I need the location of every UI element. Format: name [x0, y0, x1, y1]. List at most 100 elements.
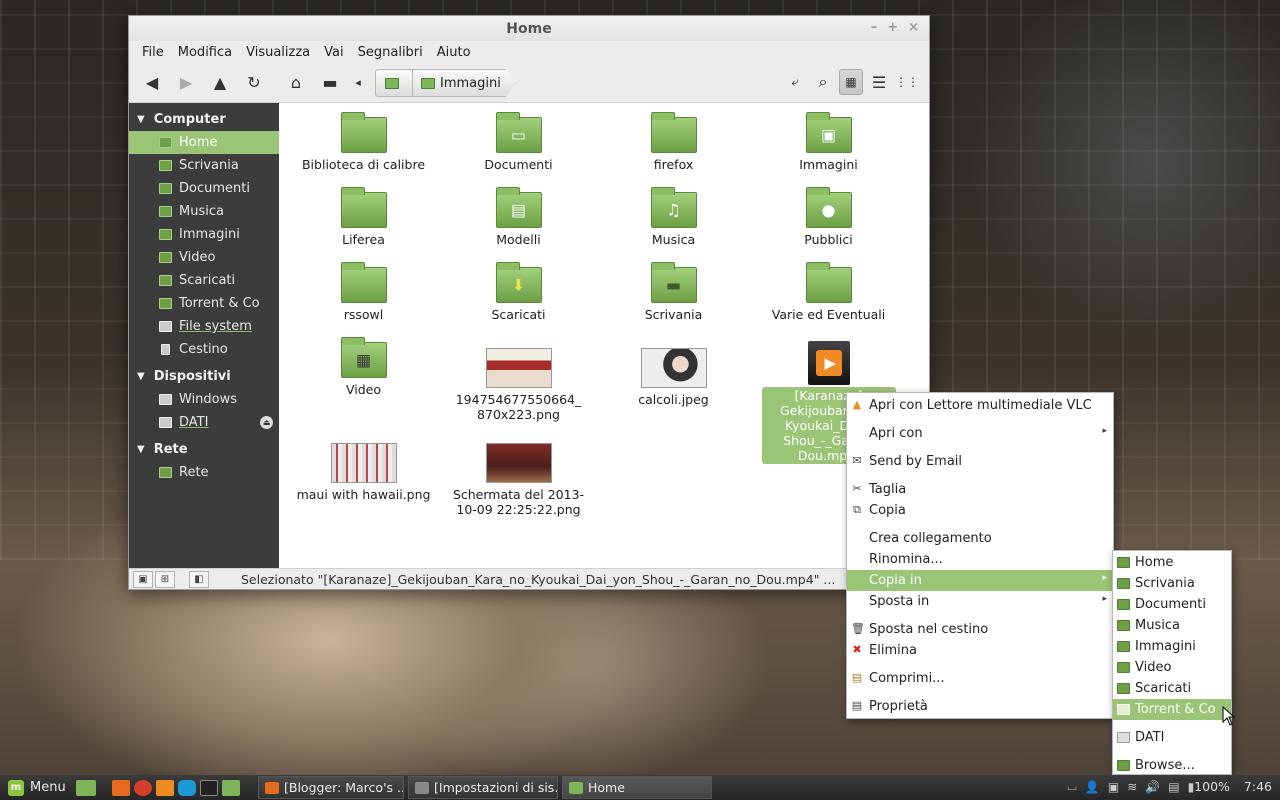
user-icon[interactable]: 👤 — [1085, 780, 1100, 794]
file-item[interactable]: Schermata del 2013- 10-09 22:25:22.png — [446, 443, 591, 517]
task-home[interactable]: Home — [562, 776, 712, 799]
files-icon[interactable] — [222, 779, 240, 796]
sidebar-item-scaricati[interactable]: Scaricati — [129, 269, 279, 292]
clock[interactable]: 7:46 — [1244, 779, 1272, 794]
battery-indicator[interactable]: ▮100% — [1188, 779, 1230, 794]
close-button[interactable]: × — [908, 20, 919, 35]
sidebar-item-filesystem[interactable]: File system — [129, 315, 279, 338]
breadcrumb-home[interactable] — [375, 69, 413, 97]
titlebar[interactable]: Home – + × — [129, 16, 929, 41]
hide-sidebar-button[interactable]: ◧ — [189, 570, 209, 588]
file-item[interactable]: ● Pubblici — [756, 187, 901, 247]
copy-to-documenti[interactable]: Documenti — [1113, 594, 1231, 615]
list-view-icon[interactable]: ☰ — [867, 69, 891, 95]
path-toggle-icon[interactable]: ⤶ — [783, 69, 807, 95]
menu-rename[interactable]: Rinomina... — [847, 549, 1113, 570]
file-item[interactable]: rssowl — [291, 262, 436, 322]
sidebar-item-musica[interactable]: Musica — [129, 200, 279, 223]
sidebar-item-video[interactable]: Video — [129, 246, 279, 269]
task-settings[interactable]: [Impostazioni di sis... — [408, 776, 558, 799]
minimize-button[interactable]: – — [871, 20, 878, 35]
copy-to-scaricati[interactable]: Scaricati — [1113, 678, 1231, 699]
menu-move-to-trash[interactable]: 🗑 Sposta nel cestino — [847, 619, 1113, 640]
menu-properties[interactable]: ▤ Proprietà — [847, 696, 1113, 717]
rss-icon[interactable] — [156, 779, 174, 796]
firefox-icon[interactable] — [112, 779, 130, 796]
file-item[interactable]: ▬ Scrivania — [601, 262, 746, 322]
start-menu-button[interactable]: m Menu — [0, 779, 70, 796]
up-arrow-icon[interactable]: ▲ — [207, 70, 233, 96]
breadcrumb-current[interactable]: Immagini — [413, 69, 516, 97]
file-item[interactable]: Liferea — [291, 187, 436, 247]
file-item[interactable]: Varie ed Eventuali — [756, 262, 901, 322]
sidebar-item-rete[interactable]: Rete — [129, 461, 279, 484]
sidebar-item-windows[interactable]: Windows — [129, 388, 279, 411]
copy-to-dati[interactable]: DATI — [1113, 727, 1231, 748]
menu-copy-to[interactable]: Copia in ▸ — [847, 570, 1113, 591]
menu-vai[interactable]: Vai — [317, 45, 350, 60]
search-icon[interactable]: ⌕ — [811, 69, 835, 95]
copy-to-home[interactable]: Home — [1113, 552, 1231, 573]
terminal-icon[interactable] — [200, 779, 218, 796]
sidebar-item-home[interactable]: Home — [129, 131, 279, 154]
file-item[interactable]: maui with hawaii.png — [291, 443, 436, 502]
menu-delete[interactable]: ✖ Elimina — [847, 640, 1113, 661]
file-item[interactable]: ▭ Documenti — [446, 112, 591, 172]
clipboard-icon[interactable]: ▤ — [1168, 780, 1179, 794]
menu-move-to[interactable]: Sposta in ▸ — [847, 591, 1113, 612]
menu-compress[interactable]: ▤ Comprimi... — [847, 668, 1113, 689]
volume-icon[interactable]: 🔊 — [1145, 780, 1160, 794]
sidebar-heading-devices[interactable]: ▼ Dispositivi — [129, 364, 279, 388]
sidebar-item-dati[interactable]: DATI ⏏ — [129, 411, 279, 434]
file-item[interactable]: ♫ Musica — [601, 187, 746, 247]
reload-icon[interactable]: ↻ — [241, 70, 267, 96]
menu-open-vlc[interactable]: ▲ Apri con Lettore multimediale VLC — [847, 395, 1113, 416]
update-manager-icon[interactable]: ▣ — [1108, 780, 1119, 794]
sidebar-item-immagini[interactable]: Immagini — [129, 223, 279, 246]
window-list-icon[interactable]: ⌴ — [1067, 779, 1077, 794]
sidebar-heading-network[interactable]: ▼ Rete — [129, 437, 279, 461]
file-item[interactable]: ▦ Video — [291, 337, 436, 397]
breadcrumb-left-icon[interactable]: ◂ — [351, 70, 365, 96]
sidebar-item-scrivania[interactable]: Scrivania — [129, 154, 279, 177]
menu-send-email[interactable]: ✉ Send by Email — [847, 451, 1113, 472]
copy-to-browse[interactable]: Browse... — [1113, 755, 1231, 776]
file-item[interactable]: Biblioteca di calibre — [291, 112, 436, 172]
file-item[interactable]: ⬇ Scaricati — [446, 262, 591, 322]
copy-to-video[interactable]: Video — [1113, 657, 1231, 678]
sidebar-item-documenti[interactable]: Documenti — [129, 177, 279, 200]
copy-to-scrivania[interactable]: Scrivania — [1113, 573, 1231, 594]
sidebar-tree-button[interactable]: ⊞ — [155, 570, 175, 588]
copy-to-immagini[interactable]: Immagini — [1113, 636, 1231, 657]
menu-create-link[interactable]: Crea collegamento — [847, 528, 1113, 549]
maximize-button[interactable]: + — [887, 20, 898, 35]
wifi-icon[interactable]: ≋ — [1127, 780, 1137, 794]
file-item[interactable]: ▤ Modelli — [446, 187, 591, 247]
menu-modifica[interactable]: Modifica — [171, 45, 239, 60]
sidebar-heading-computer[interactable]: ▼ Computer — [129, 107, 279, 131]
computer-icon[interactable]: ▬ — [317, 70, 343, 96]
chrome-icon[interactable] — [134, 779, 152, 796]
menu-visualizza[interactable]: Visualizza — [239, 45, 317, 60]
back-arrow-icon[interactable]: ◀ — [139, 70, 165, 96]
task-blogger[interactable]: [Blogger: Marco's ... — [258, 776, 404, 799]
copy-to-musica[interactable]: Musica — [1113, 615, 1231, 636]
menu-segnalibri[interactable]: Segnalibri — [351, 45, 430, 60]
menu-aiuto[interactable]: Aiuto — [430, 45, 478, 60]
sidebar-item-torrent[interactable]: Torrent & Co — [129, 292, 279, 315]
menu-file[interactable]: File — [135, 45, 171, 60]
file-item[interactable]: ▣ Immagini — [756, 112, 901, 172]
file-item[interactable]: calcoli.jpeg — [601, 348, 746, 407]
file-item[interactable]: firefox — [601, 112, 746, 172]
eject-icon[interactable]: ⏏ — [260, 416, 273, 429]
menu-copy[interactable]: ⧉ Copia — [847, 500, 1113, 521]
show-desktop-icon[interactable] — [76, 779, 96, 796]
menu-open-with[interactable]: Apri con ▸ — [847, 423, 1113, 444]
compact-view-icon[interactable]: ⋮⋮ — [895, 69, 919, 95]
home-icon[interactable]: ⌂ — [283, 70, 309, 96]
forward-arrow-icon[interactable]: ▶ — [173, 70, 199, 96]
sidebar-item-cestino[interactable]: Cestino — [129, 338, 279, 361]
file-item[interactable]: 194754677550664_ 870x223.png — [446, 348, 591, 422]
sidebar-places-button[interactable]: ▣ — [133, 570, 153, 588]
menu-cut[interactable]: ✂ Taglia — [847, 479, 1113, 500]
